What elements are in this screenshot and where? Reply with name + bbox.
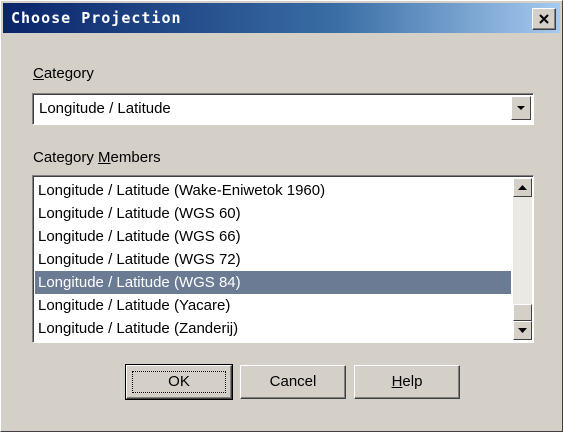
- scroll-thumb[interactable]: [513, 304, 532, 321]
- list-item[interactable]: Longitude / Latitude (WGS 72): [35, 248, 511, 271]
- list-item[interactable]: Longitude / Latitude (WGS 84): [35, 271, 511, 294]
- category-label: Category: [33, 65, 94, 82]
- members-label-accel: M: [98, 149, 111, 166]
- members-label-rest: embers: [110, 149, 161, 166]
- cancel-button[interactable]: Cancel: [240, 365, 346, 399]
- cancel-label: Cancel: [269, 373, 317, 390]
- list-item[interactable]: Longitude / Latitude (Zanderij): [35, 317, 511, 340]
- help-button[interactable]: Help: [354, 365, 460, 399]
- category-members-list[interactable]: Longitude / Latitude (Wake-Eniwetok 1960…: [32, 175, 534, 343]
- dropdown-button[interactable]: [511, 96, 531, 120]
- list-item[interactable]: Longitude / Latitude (Yacare): [35, 294, 511, 317]
- category-label-accel: C: [33, 65, 44, 82]
- category-members-label: Category Members: [33, 149, 161, 166]
- scroll-down-button[interactable]: [513, 321, 532, 340]
- list-item[interactable]: Longitude / Latitude (WGS 60): [35, 202, 511, 225]
- vertical-scrollbar[interactable]: [513, 178, 532, 340]
- category-label-rest: ategory: [43, 65, 94, 82]
- list-item[interactable]: Longitude / Latitude (Wake-Eniwetok 1960…: [35, 179, 511, 202]
- close-icon: [539, 14, 549, 24]
- help-label: Help: [392, 373, 423, 390]
- list-items: Longitude / Latitude (Wake-Eniwetok 1960…: [35, 179, 511, 340]
- close-button[interactable]: [532, 8, 556, 30]
- help-label-accel: H: [391, 373, 403, 390]
- title-bar[interactable]: Choose Projection: [3, 3, 560, 33]
- category-dropdown[interactable]: Longitude / Latitude: [32, 93, 534, 125]
- category-value: Longitude / Latitude: [39, 100, 171, 117]
- scroll-up-button[interactable]: [513, 178, 532, 197]
- arrow-down-icon: [518, 328, 527, 333]
- help-label-rest: elp: [402, 373, 423, 390]
- arrow-up-icon: [518, 185, 527, 190]
- dialog-title: Choose Projection: [11, 9, 182, 27]
- list-item[interactable]: Longitude / Latitude (WGS 66): [35, 225, 511, 248]
- members-label-prefix: Category: [33, 149, 99, 166]
- ok-label: OK: [168, 373, 190, 390]
- choose-projection-dialog: Choose Projection Category Longitude / L…: [0, 0, 563, 432]
- chevron-down-icon: [517, 106, 525, 110]
- ok-button[interactable]: OK: [125, 364, 233, 400]
